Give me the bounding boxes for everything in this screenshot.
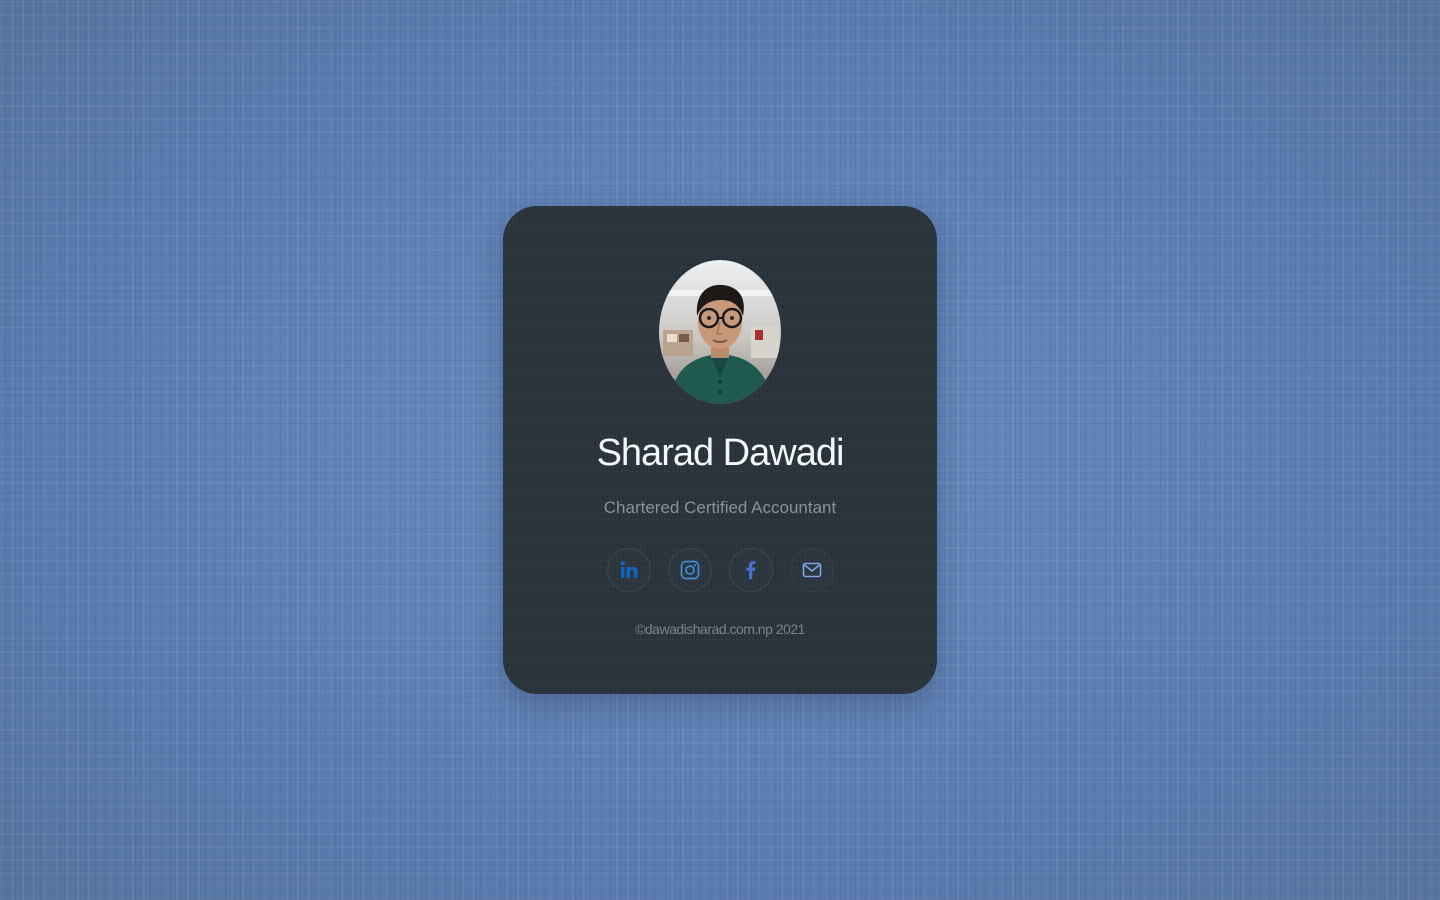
- instagram-button[interactable]: [668, 548, 712, 592]
- profile-card: Sharad Dawadi Chartered Certified Accoun…: [503, 206, 937, 694]
- facebook-icon: [746, 561, 756, 579]
- mail-icon: [802, 562, 822, 578]
- profile-name: Sharad Dawadi: [596, 432, 845, 474]
- profile-title: Chartered Certified Accountant: [603, 498, 837, 517]
- copyright-footer: ©dawadisharad.com.np 2021: [635, 621, 805, 637]
- social-links: [607, 548, 834, 592]
- linkedin-icon: [620, 561, 638, 578]
- profile-photo-icon: [659, 260, 781, 404]
- facebook-button[interactable]: [729, 548, 773, 592]
- instagram-icon: [680, 560, 700, 580]
- linkedin-button[interactable]: [607, 548, 651, 592]
- avatar: [659, 260, 781, 404]
- mail-button[interactable]: [790, 548, 834, 592]
